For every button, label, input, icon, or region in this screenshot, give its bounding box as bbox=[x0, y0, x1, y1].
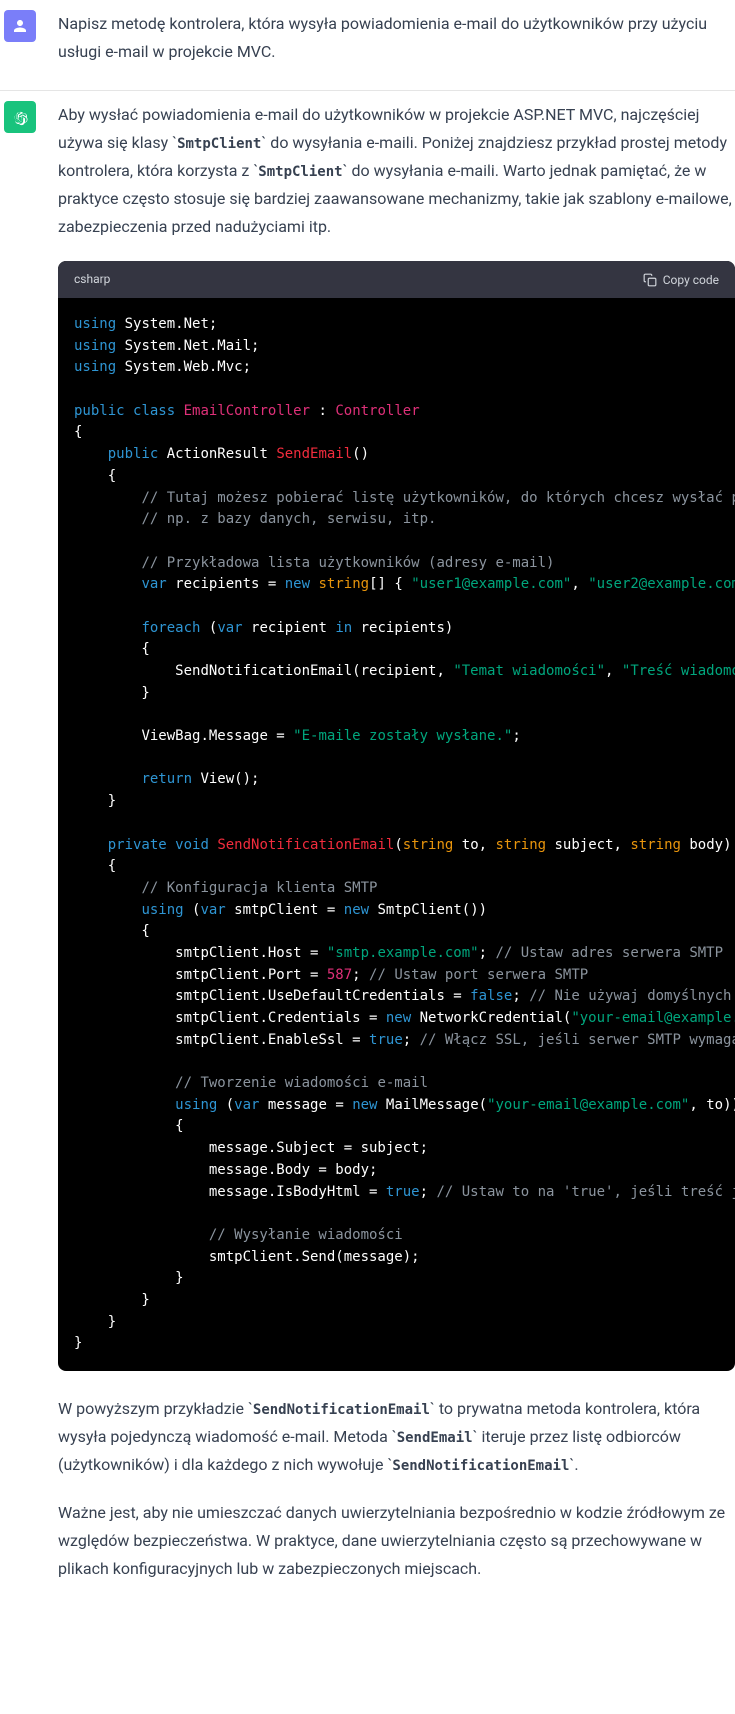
clipboard-icon bbox=[643, 273, 657, 287]
inline-code-smtpclient-1: SmtpClient bbox=[177, 136, 261, 152]
user-prompt: Napisz metodę kontrolera, która wysyła p… bbox=[58, 10, 735, 66]
user-icon bbox=[11, 17, 29, 35]
copy-code-button[interactable]: Copy code bbox=[643, 273, 719, 287]
code-language-label: csharp bbox=[74, 269, 110, 290]
assistant-message-row: Aby wysłać powiadomienia e-mail do użytk… bbox=[0, 91, 735, 1603]
code-content: using System.Net; using System.Net.Mail;… bbox=[74, 314, 719, 1355]
assistant-intro: Aby wysłać powiadomienia e-mail do użytk… bbox=[58, 101, 735, 241]
assistant-avatar bbox=[4, 101, 36, 133]
inline-code-sendnotif-1: SendNotificationEmail bbox=[253, 1402, 430, 1418]
assistant-content: Aby wysłać powiadomienia e-mail do użytk… bbox=[58, 101, 735, 1603]
code-header: csharp Copy code bbox=[58, 261, 735, 298]
user-message-row: Napisz metodę kontrolera, która wysyła p… bbox=[0, 0, 735, 91]
code-body[interactable]: using System.Net; using System.Net.Mail;… bbox=[58, 298, 735, 1371]
assistant-outro: W powyższym przykładzie `SendNotificatio… bbox=[58, 1395, 735, 1583]
openai-icon bbox=[11, 108, 29, 126]
user-content: Napisz metodę kontrolera, która wysyła p… bbox=[58, 10, 735, 66]
outro2: Ważne jest, aby nie umieszczać danych uw… bbox=[58, 1499, 735, 1583]
code-block: csharp Copy code using System.Net; using… bbox=[58, 261, 735, 1371]
inline-code-smtpclient-2: SmtpClient bbox=[258, 164, 342, 180]
outro1-d: . bbox=[574, 1455, 578, 1474]
inline-code-sendemail: SendEmail bbox=[397, 1430, 473, 1446]
copy-code-label: Copy code bbox=[663, 273, 719, 287]
inline-code-sendnotif-2: SendNotificationEmail bbox=[392, 1458, 569, 1474]
user-avatar bbox=[4, 10, 36, 42]
outro1-a: W powyższym przykładzie bbox=[58, 1399, 248, 1418]
